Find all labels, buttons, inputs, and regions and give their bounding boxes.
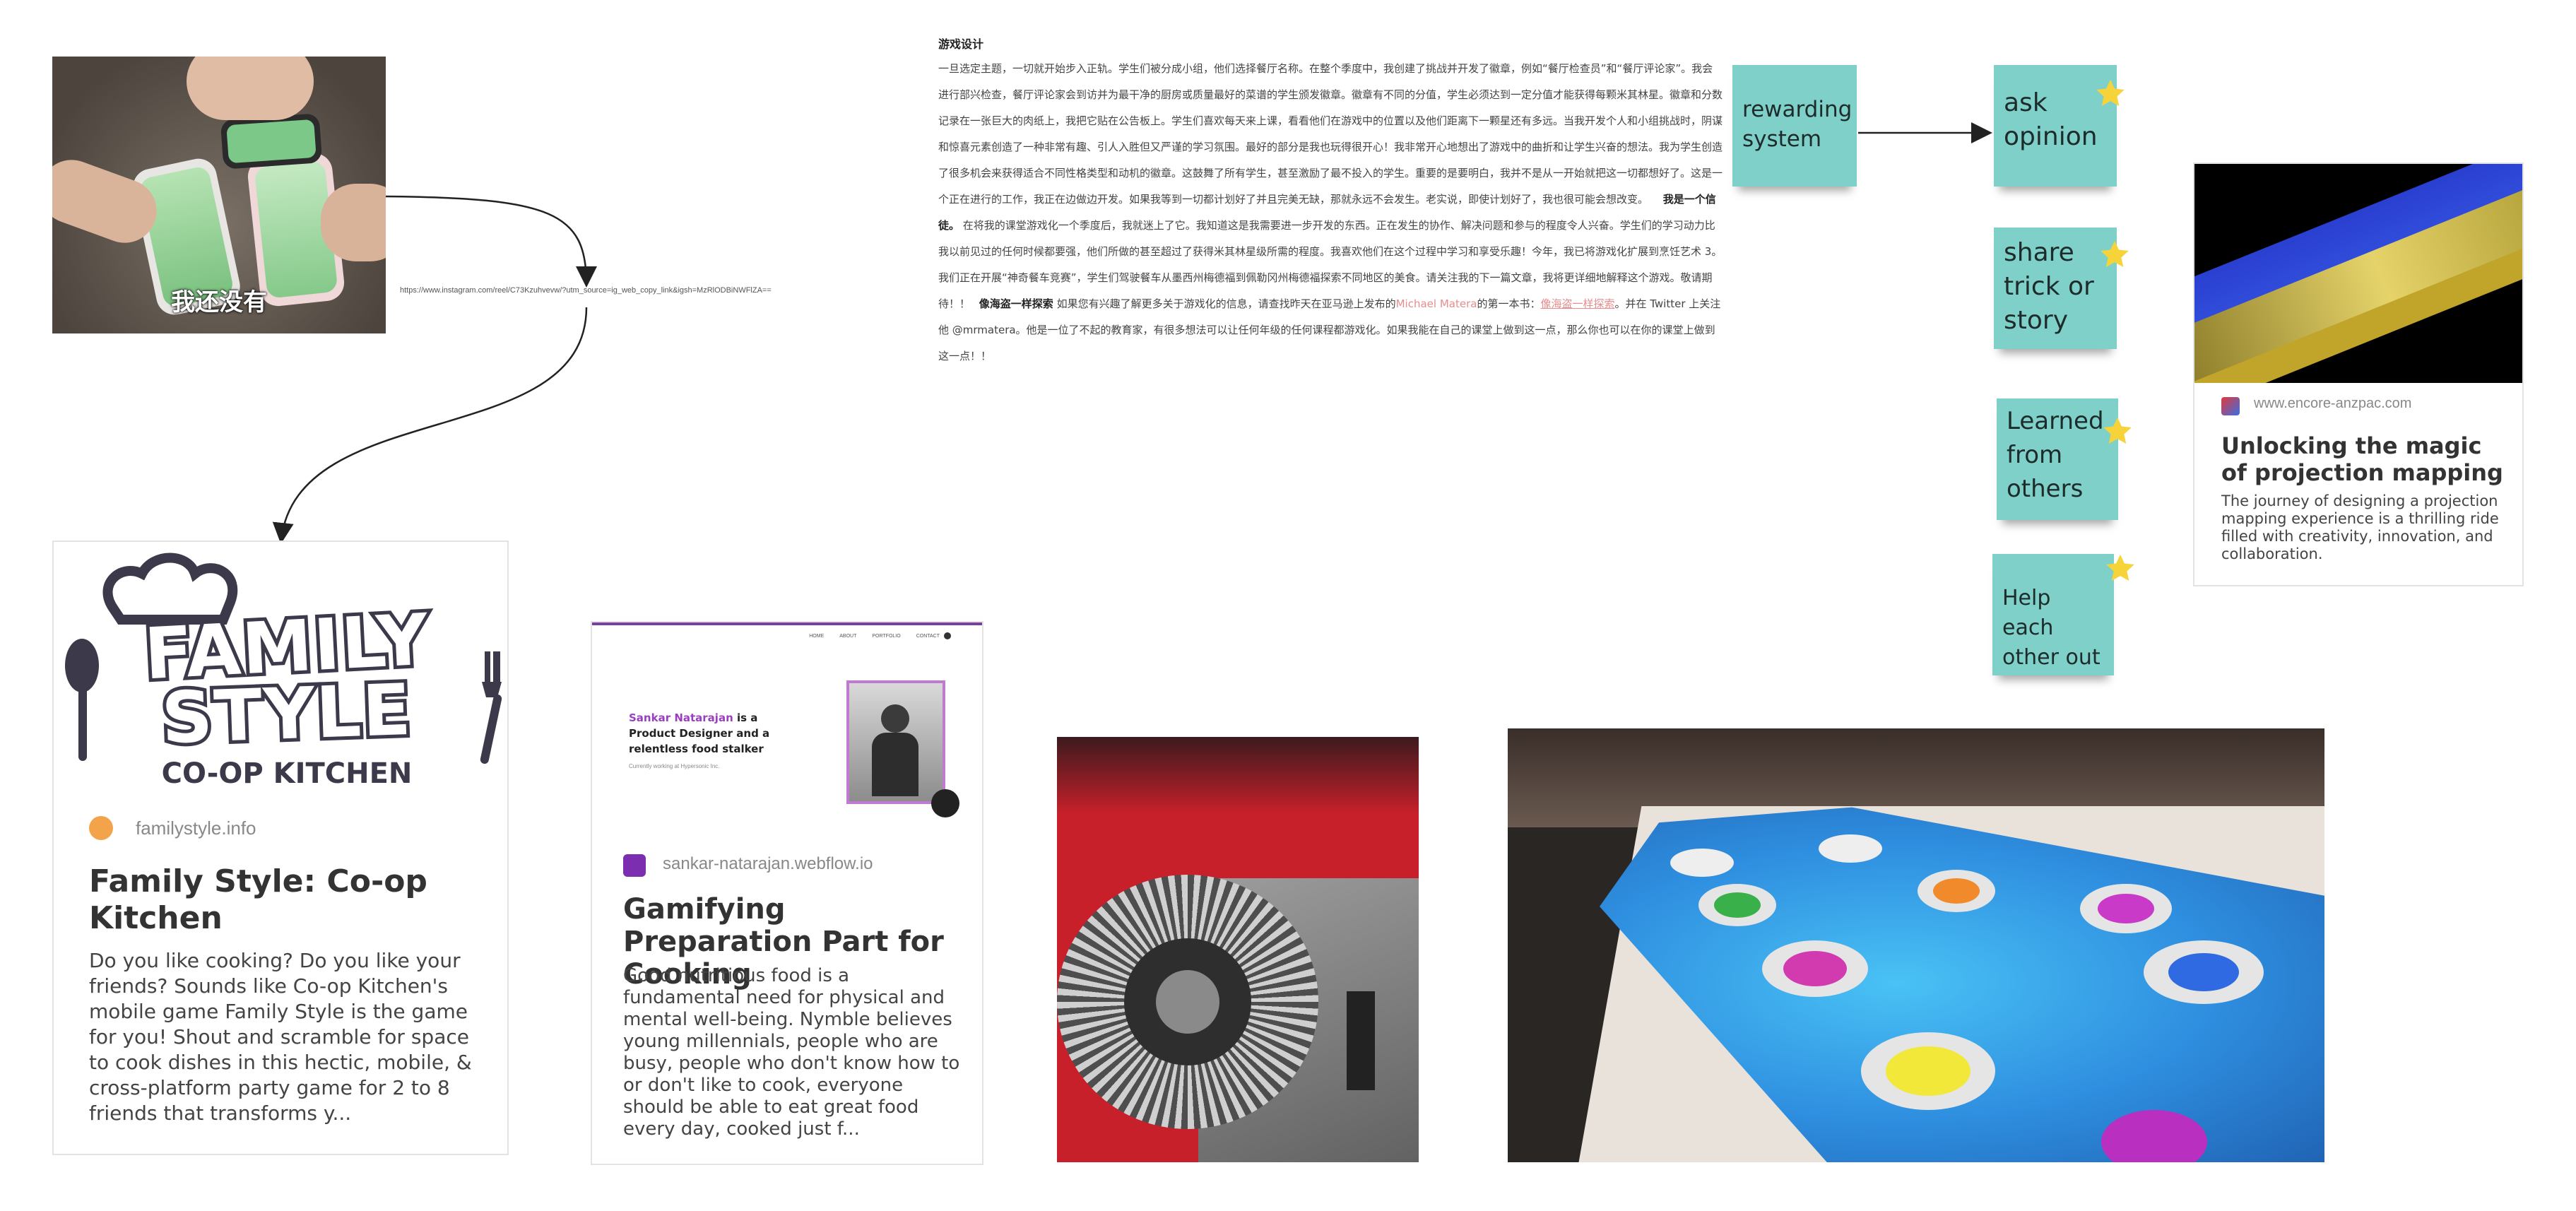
slide-carousel [1057, 875, 1318, 1129]
sticky-learned-from-others[interactable]: Learned from others [1997, 398, 2118, 520]
paragraph-3: 如果您有兴趣了解更多关于游戏化的信息，请查找昨天在亚马逊上发布的 [1056, 297, 1396, 310]
sticky-help-each-other[interactable]: Help each other out [1992, 554, 2114, 675]
family-style-description: Do you like cooking? Do you like your fr… [89, 949, 472, 1125]
projection-domain: www.encore-anzpac.com [2254, 396, 2412, 411]
hero-text: Sankar Natarajan is a Product Designer a… [629, 710, 791, 757]
paragraph-1: 一旦选定主题，一切就开始步入正轨。学生们被分成小组，他们选择餐厅名称。在整个季度… [938, 62, 1723, 206]
family-style-logo: FAMILY STYLE CO-OP KITCHEN [54, 542, 507, 800]
family-style-domain: familystyle.info [136, 817, 256, 839]
site-preview: HOME ABOUT PORTFOLIO CONTACT Sankar Nata… [592, 622, 982, 837]
gamifying-description: Good nutritious food is a fundamental ne… [623, 965, 960, 1140]
nav-contact[interactable]: CONTACT [916, 634, 940, 639]
video-thumbnail[interactable]: 我还没有 [52, 57, 386, 333]
article-heading: 游戏设计 [938, 37, 984, 51]
projection-table-photo[interactable] [1508, 728, 2324, 1162]
plate-blue [2144, 940, 2264, 1004]
plate-yellow [1861, 1032, 1995, 1110]
projection-description: The journey of designing a projection ma… [2221, 492, 2499, 562]
sticky-help-label: Help each other out [2002, 586, 2101, 670]
nav-portfolio[interactable]: PORTFOLIO [872, 634, 900, 639]
sticky-rewarding-label: rewarding system [1742, 97, 1853, 152]
projector-slot [1347, 991, 1375, 1090]
paragraph-2: 在将我的课堂游戏化一个季度后，我就迷上了它。我知道这是我需要进一步开发的东西。正… [938, 219, 1723, 310]
bold-explore: 像海盗一样探索 [979, 297, 1053, 310]
star-icon [2101, 240, 2129, 268]
favicon-logo-icon [623, 854, 646, 877]
plate-white-1 [1670, 849, 1734, 877]
star-icon [2103, 417, 2132, 444]
paragraph-4: 的第一本书： [1477, 297, 1541, 310]
family-style-title[interactable]: Family Style: Co-op Kitchen [89, 863, 485, 937]
nav-home[interactable]: HOME [809, 634, 824, 639]
nav-dot-icon [944, 632, 951, 639]
instagram-link[interactable]: https://www.instagram.com/reel/C73Kzuhve… [400, 285, 774, 295]
connector-video-to-link[interactable] [384, 195, 597, 288]
sticky-learned-label: Learned from others [2007, 407, 2104, 503]
favicon-encore-icon [2221, 397, 2240, 415]
gamifying-card[interactable]: HOME ABOUT PORTFOLIO CONTACT Sankar Nata… [591, 621, 983, 1165]
book-link[interactable]: 像海盗一样探索 [1540, 297, 1614, 310]
article-paragraph: 一旦选定主题，一切就开始步入正轨。学生们被分成小组，他们选择餐厅名称。在整个季度… [938, 56, 1723, 370]
chinese-article: 游戏设计 一旦选定主题，一切就开始步入正轨。学生们被分成小组，他们选择餐厅名称。… [938, 31, 1723, 370]
nav-about[interactable]: ABOUT [839, 634, 856, 639]
sticky-share-label: share trick or story [2004, 238, 2094, 335]
banquet-preview [2194, 164, 2522, 383]
sticky-ask-label: ask opinion [2004, 88, 2098, 151]
phone-top [220, 113, 323, 170]
plate-green [1698, 884, 1776, 926]
site-nav: HOME ABOUT PORTFOLIO CONTACT [809, 634, 940, 639]
slide-projector-photo[interactable] [1057, 737, 1419, 1162]
hand-top [187, 57, 314, 120]
hero-badge-icon [931, 789, 959, 817]
hero-name: Sankar Natarajan [629, 711, 733, 724]
connector-link-to-card[interactable] [272, 307, 588, 544]
author-link[interactable]: Michael Matera [1396, 297, 1477, 310]
projection-title[interactable]: Unlocking the magic of projection mappin… [2221, 432, 2504, 486]
star-icon [2106, 554, 2134, 581]
star-icon [2096, 79, 2125, 107]
family-style-card[interactable]: FAMILY STYLE CO-OP KITCHEN familystyle.i… [52, 540, 509, 1155]
sticky-rewarding-system[interactable]: rewarding system [1732, 65, 1857, 187]
logo-word-style: STYLE [157, 665, 418, 763]
plate-white-2 [1819, 834, 1882, 863]
hand-right [321, 184, 386, 261]
hero-sub: Currently working at Hypersonic Inc. [629, 763, 720, 769]
plate-purple [2080, 884, 2172, 933]
video-caption: 我还没有 [171, 288, 267, 317]
logo-sub: CO-OP KITCHEN [161, 757, 413, 790]
gamifying-domain: sankar-natarajan.webflow.io [663, 854, 873, 873]
plate-magenta [1762, 940, 1868, 997]
hero-photo [846, 680, 945, 804]
plate-orange [1918, 870, 1995, 912]
projection-mapping-card[interactable]: www.encore-anzpac.com Unlocking the magi… [2193, 163, 2524, 586]
favicon-shrimp-icon [89, 816, 113, 840]
